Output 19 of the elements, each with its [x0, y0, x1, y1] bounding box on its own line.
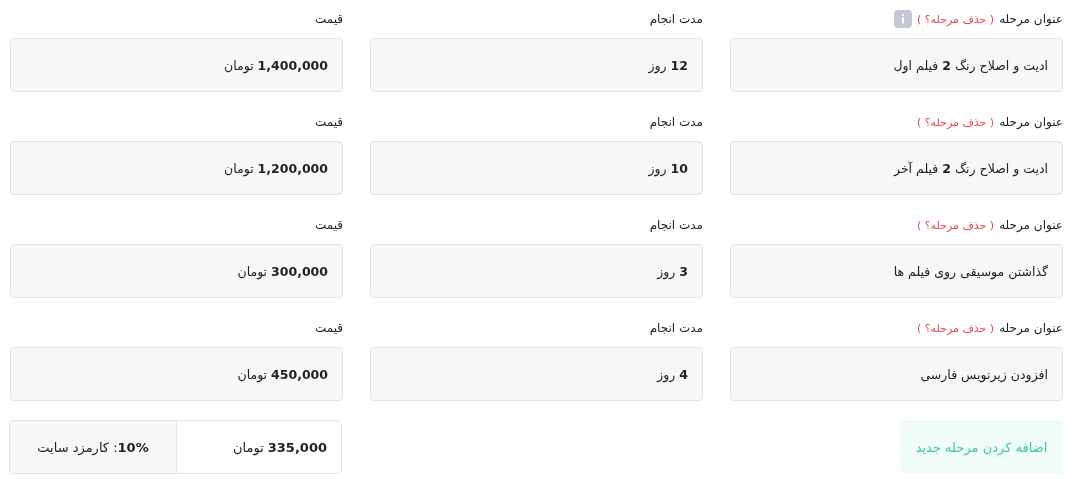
field-label: عنوان مرحله: [999, 321, 1063, 335]
field-label: مدت انجام: [649, 321, 703, 335]
delete-stage-link[interactable]: ( حذف مرحله؟ ): [916, 218, 995, 232]
delete-stage-link[interactable]: ( حذف مرحله؟ ): [916, 115, 995, 129]
input-field[interactable]: افزودن زیرنویس فارسی: [730, 347, 1063, 401]
field-label: قیمت: [314, 115, 343, 129]
delete-stage-link[interactable]: ( حذف مرحله؟ ): [916, 321, 995, 335]
field-label: عنوان مرحله: [999, 115, 1063, 129]
field-label: قیمت: [314, 218, 343, 232]
info-icon[interactable]: [893, 10, 912, 28]
field-label: عنوان مرحله: [999, 218, 1063, 232]
field-label: قیمت: [314, 321, 343, 335]
field-label: عنوان مرحله: [999, 12, 1063, 26]
delete-stage-link[interactable]: ( حذف مرحله؟ ): [916, 12, 995, 26]
field-label: مدت انجام: [649, 218, 703, 232]
input-field[interactable]: گذاشتن موسیقی روی فیلم ها: [730, 244, 1063, 298]
field-label: مدت انجام: [649, 12, 703, 26]
field-label: قیمت: [314, 12, 343, 26]
field-label: مدت انجام: [649, 115, 703, 129]
